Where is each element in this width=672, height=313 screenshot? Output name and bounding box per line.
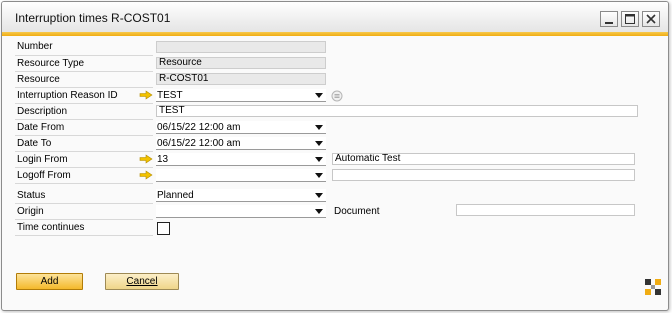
chevron-down-icon bbox=[315, 193, 323, 198]
app-logo-icon bbox=[645, 279, 661, 295]
interruption-reason-label: Interruption Reason ID bbox=[17, 90, 118, 101]
chevron-down-icon bbox=[315, 157, 323, 162]
chevron-down-icon bbox=[315, 125, 323, 130]
row-divider bbox=[15, 219, 153, 220]
resource-type-field: Resource bbox=[156, 57, 326, 69]
number-field bbox=[156, 41, 326, 53]
date-from-dropdown[interactable]: 06/15/22 12:00 am bbox=[156, 121, 326, 134]
minimize-icon bbox=[605, 22, 613, 24]
login-from-name-field[interactable]: Automatic Test bbox=[332, 153, 635, 165]
row-divider bbox=[15, 103, 153, 104]
resource-type-label: Resource Type bbox=[17, 58, 85, 69]
login-from-value: 13 bbox=[157, 154, 169, 165]
row-divider bbox=[15, 135, 153, 136]
add-button[interactable]: Add bbox=[16, 273, 83, 290]
login-from-dropdown[interactable]: 13 bbox=[156, 153, 326, 166]
resource-label: Resource bbox=[17, 74, 60, 85]
login-from-label: Login From bbox=[17, 154, 68, 165]
status-dropdown[interactable]: Planned bbox=[156, 189, 326, 202]
number-label: Number bbox=[17, 41, 53, 52]
chevron-down-icon bbox=[315, 141, 323, 146]
description-field[interactable]: TEST bbox=[156, 105, 638, 117]
date-from-label: Date From bbox=[17, 122, 65, 133]
row-divider bbox=[15, 203, 153, 204]
date-to-value: 06/15/22 12:00 am bbox=[157, 138, 241, 149]
chevron-down-icon bbox=[315, 93, 323, 98]
chevron-down-icon bbox=[315, 209, 323, 214]
logoff-from-dropdown[interactable] bbox=[156, 169, 326, 182]
date-to-dropdown[interactable]: 06/15/22 12:00 am bbox=[156, 137, 326, 150]
description-label: Description bbox=[17, 106, 68, 117]
minimize-button[interactable] bbox=[600, 11, 618, 27]
document-field[interactable] bbox=[456, 204, 635, 216]
list-icon[interactable] bbox=[331, 90, 343, 102]
cancel-button[interactable]: Cancel bbox=[105, 273, 179, 290]
row-divider bbox=[15, 71, 153, 72]
time-continues-label: Time continues bbox=[17, 222, 85, 233]
interruption-reason-dropdown[interactable]: TEST bbox=[156, 89, 326, 102]
resource-field: R-COST01 bbox=[156, 73, 326, 85]
window-title: Interruption times R-COST01 bbox=[15, 11, 171, 25]
link-arrow-icon[interactable] bbox=[139, 154, 153, 164]
origin-dropdown[interactable] bbox=[156, 205, 326, 218]
row-divider bbox=[15, 87, 153, 88]
date-to-label: Date To bbox=[17, 138, 52, 149]
interruption-times-window: Interruption times R-COST01 Number Resou… bbox=[1, 1, 669, 311]
cancel-button-label: Cancel bbox=[126, 276, 158, 287]
link-arrow-icon[interactable] bbox=[139, 90, 153, 100]
document-label: Document bbox=[334, 206, 380, 217]
chevron-down-icon bbox=[315, 173, 323, 178]
maximize-button[interactable] bbox=[621, 11, 639, 27]
link-arrow-icon[interactable] bbox=[139, 170, 153, 180]
row-divider bbox=[15, 151, 153, 152]
row-divider bbox=[15, 55, 153, 56]
row-divider bbox=[15, 119, 153, 120]
date-from-value: 06/15/22 12:00 am bbox=[157, 122, 241, 133]
close-button[interactable] bbox=[642, 11, 660, 27]
row-divider bbox=[15, 167, 153, 168]
close-icon bbox=[646, 14, 656, 24]
title-bar[interactable]: Interruption times R-COST01 bbox=[2, 2, 668, 36]
status-label: Status bbox=[17, 190, 46, 201]
status-value: Planned bbox=[157, 190, 194, 201]
logoff-from-label: Logoff From bbox=[17, 170, 71, 181]
row-divider bbox=[15, 235, 153, 236]
row-divider bbox=[15, 183, 153, 184]
time-continues-checkbox[interactable] bbox=[157, 222, 170, 235]
maximize-icon bbox=[625, 14, 635, 24]
origin-label: Origin bbox=[17, 206, 44, 217]
logoff-from-name-field[interactable] bbox=[332, 169, 635, 181]
interruption-reason-value: TEST bbox=[157, 90, 183, 101]
